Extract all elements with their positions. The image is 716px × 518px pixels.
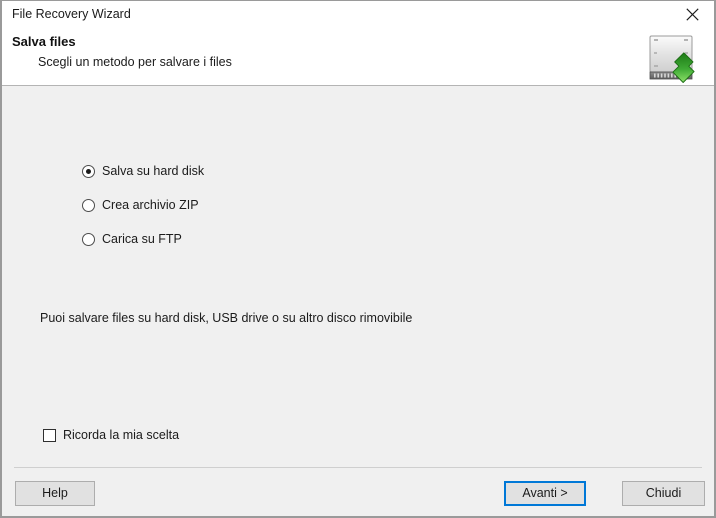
header-band: Salva files Scegli un metodo per salvare… <box>2 27 714 86</box>
title-bar: File Recovery Wizard <box>2 1 714 27</box>
radio-indicator-hard-disk[interactable] <box>82 165 95 178</box>
radio-indicator-ftp[interactable] <box>82 233 95 246</box>
radio-option-ftp[interactable]: Carica su FTP <box>82 231 204 265</box>
page-subtitle: Scegli un metodo per salvare i files <box>38 55 232 69</box>
radio-label-ftp: Carica su FTP <box>102 232 182 246</box>
remember-choice-label: Ricorda la mia scelta <box>63 428 180 442</box>
radio-option-hard-disk[interactable]: Salva su hard disk <box>82 163 204 197</box>
page-title: Salva files <box>12 34 76 49</box>
file-recovery-wizard-window: File Recovery Wizard Salva files Scegli … <box>0 0 716 518</box>
radio-label-zip: Crea archivio ZIP <box>102 198 199 212</box>
radio-label-hard-disk: Salva su hard disk <box>102 164 205 178</box>
remember-choice-checkbox[interactable] <box>43 429 56 442</box>
hard-disk-save-icon <box>640 28 704 84</box>
window-title: File Recovery Wizard <box>12 7 131 21</box>
close-icon <box>685 7 699 21</box>
next-button[interactable]: Avanti > <box>504 481 586 506</box>
method-hint-text: Puoi salvare files su hard disk, USB dri… <box>40 311 413 325</box>
close-dialog-button[interactable]: Chiudi <box>622 481 705 506</box>
save-method-radio-group: Salva su hard disk Crea archivio ZIP Car… <box>82 163 204 265</box>
close-button[interactable] <box>670 1 714 27</box>
radio-option-zip[interactable]: Crea archivio ZIP <box>82 197 204 231</box>
main-content: Salva su hard disk Crea archivio ZIP Car… <box>2 87 714 460</box>
footer-bar: Help Avanti > Chiudi <box>2 460 714 516</box>
remember-choice-checkbox-row[interactable]: Ricorda la mia scelta <box>43 427 179 443</box>
help-button[interactable]: Help <box>15 481 95 506</box>
footer-divider <box>14 467 702 468</box>
radio-indicator-zip[interactable] <box>82 199 95 212</box>
